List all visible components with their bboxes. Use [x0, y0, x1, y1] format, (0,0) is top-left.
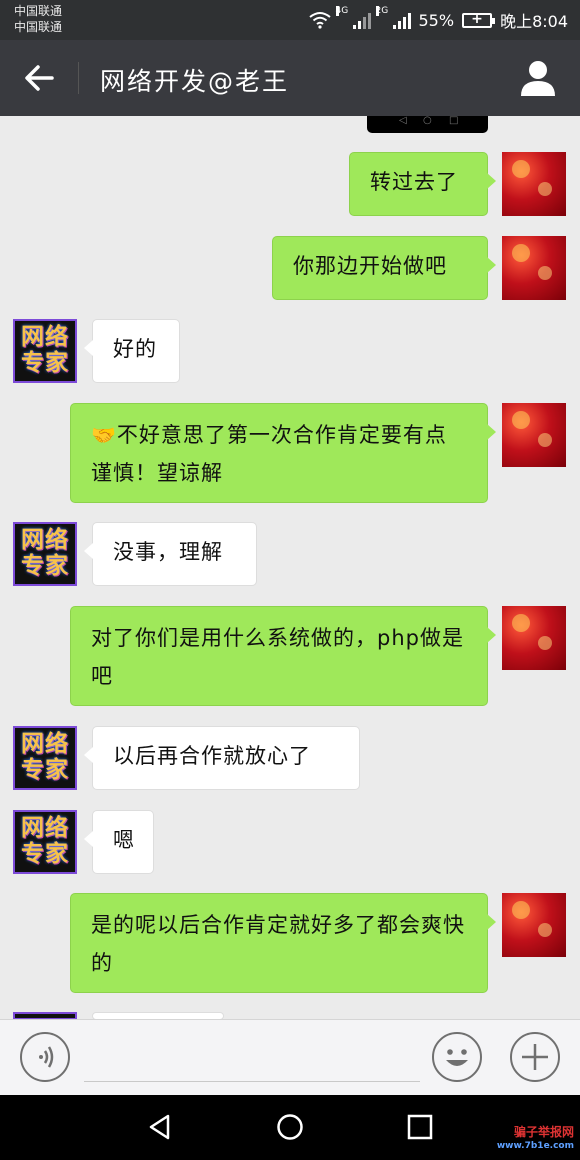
avatar[interactable]: [502, 236, 566, 300]
battery-icon: +: [462, 11, 496, 28]
emoji-button[interactable]: [432, 1032, 482, 1082]
avatar[interactable]: [502, 403, 566, 467]
message-bubble[interactable]: 你那边开始做吧: [272, 236, 496, 300]
message-bubble[interactable]: 转过去了: [349, 152, 496, 216]
more-button[interactable]: [510, 1032, 560, 1082]
back-triangle-icon[interactable]: [146, 1113, 174, 1141]
system-nav-bar: 骗子举报网 www.7b1e.com: [0, 1095, 580, 1160]
avatar[interactable]: [502, 606, 566, 670]
chat-header: 网络开发@老王: [0, 40, 580, 116]
status-bar: 中国联通 中国联通 4G 2G 55% + 晚上8:04: [0, 0, 580, 40]
input-bar: [0, 1019, 580, 1095]
voice-icon: [39, 1046, 54, 1068]
signal-2g-label: 2G: [375, 6, 389, 16]
message-bubble[interactable]: 🤝不好意思了第一次合作肯定要有点谨慎！望谅解: [70, 403, 496, 503]
battery-percent: 55%: [418, 10, 455, 30]
message-bubble[interactable]: 嗯: [84, 810, 154, 874]
smiley-icon: [446, 1049, 468, 1066]
avatar[interactable]: 网络 专家: [13, 810, 77, 874]
carrier-info: 中国联通 中国联通: [14, 3, 62, 35]
clock: 晚上8:04: [500, 12, 568, 31]
avatar[interactable]: [502, 893, 566, 957]
home-circle-icon[interactable]: [276, 1113, 304, 1141]
recents-square-icon[interactable]: [406, 1113, 434, 1141]
avatar[interactable]: 网络 专家: [13, 319, 77, 383]
avatar-text-line-1: 网络: [21, 815, 69, 841]
message-text: 好的: [113, 337, 157, 361]
signal-2g-icon: 2G: [375, 6, 411, 29]
header-divider: [78, 62, 79, 94]
avatar-text-line-1: 网络: [21, 731, 69, 757]
back-arrow-icon[interactable]: [18, 56, 62, 100]
message-text: 没事，理解: [113, 540, 223, 564]
message-bubble[interactable]: 以后再合作就放心了: [84, 726, 360, 790]
avatar[interactable]: [502, 152, 566, 216]
voice-input-button[interactable]: [20, 1032, 70, 1082]
avatar[interactable]: 网络 专家: [13, 726, 77, 790]
message-bubble[interactable]: 没事，理解: [84, 522, 257, 586]
message-text: 是的呢以后合作肯定就好多了都会爽快的: [91, 913, 465, 975]
signal-4g-icon: 4G: [335, 6, 371, 29]
message-text: 不好意思了第一次合作肯定要有点谨慎！望谅解: [91, 423, 447, 485]
message-text: 你那边开始做吧: [293, 254, 447, 278]
message-text: 以后再合作就放心了: [113, 744, 311, 768]
message-text: 转过去了: [370, 170, 458, 194]
wifi-icon: [308, 12, 331, 29]
profile-icon[interactable]: [516, 56, 560, 100]
chat-title: 网络开发@老王: [100, 67, 290, 96]
handshake-icon: 🤝: [91, 423, 117, 447]
watermark-url: www.7b1e.com: [496, 1141, 574, 1151]
message-bubble[interactable]: 对了你们是用什么系统做的，php做是吧: [70, 606, 496, 706]
avatar-text-line-2: 专家: [21, 841, 69, 867]
message-input[interactable]: [84, 1034, 420, 1082]
status-indicators: 4G 2G 55% + 晚上8:04: [308, 6, 568, 32]
watermark-text: 骗子举报网: [513, 1125, 574, 1139]
carrier-2: 中国联通: [14, 20, 63, 34]
avatar-text-line-2: 专家: [21, 757, 69, 783]
avatar[interactable]: 网络 专家: [13, 522, 77, 586]
plus-icon: [522, 1044, 548, 1070]
avatar-text-line-1: 网络: [21, 527, 69, 553]
floating-nav-overlay: ◁ ○ □: [367, 115, 488, 133]
message-bubble[interactable]: 是的呢以后合作肯定就好多了都会爽快的: [70, 893, 496, 993]
message-text: 嗯: [113, 828, 135, 852]
message-bubble[interactable]: 好的: [84, 319, 180, 383]
message-text: 对了你们是用什么系统做的，php做是吧: [91, 626, 464, 688]
avatar-text-line-2: 专家: [21, 553, 69, 579]
avatar-text-line-1: 网络: [21, 324, 69, 350]
avatar-text-line-2: 专家: [21, 350, 69, 376]
watermark: 骗子举报网 www.7b1e.com: [497, 1125, 574, 1153]
carrier-1: 中国联通: [14, 4, 63, 18]
signal-4g-label: 4G: [335, 6, 349, 16]
